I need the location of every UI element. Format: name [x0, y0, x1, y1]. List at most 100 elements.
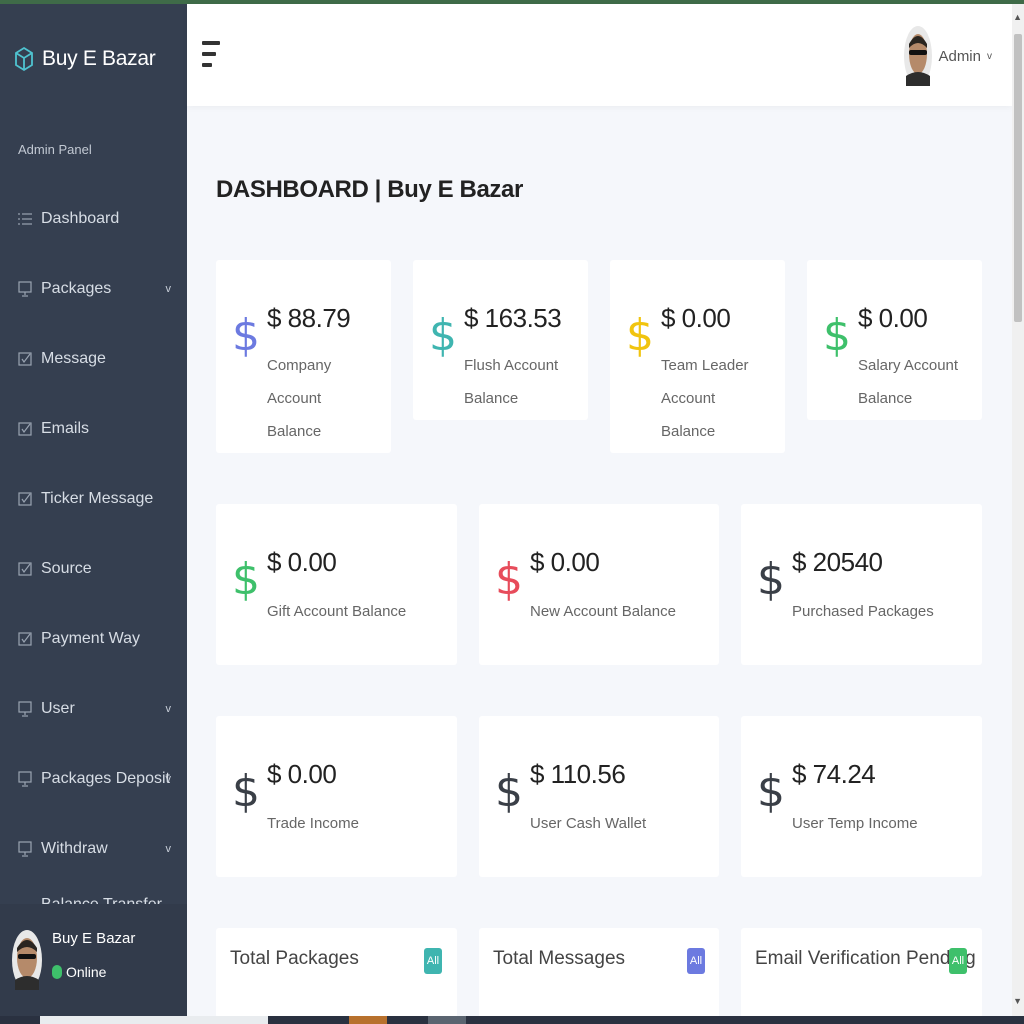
stat-label: Trade Income [267, 815, 359, 832]
chevron-down-icon: v [165, 843, 172, 855]
avatar[interactable] [12, 928, 42, 992]
stat-card-gift-balance: $ $ 0.00 Gift Account Balance [216, 504, 457, 665]
taskbar-item[interactable] [428, 1016, 466, 1024]
dollar-icon: $ [757, 766, 785, 817]
checkbox-icon [17, 561, 33, 577]
sidebar-user-status: Online [52, 964, 106, 980]
summary-card-total-messages: Total Messages All [479, 928, 719, 1018]
stat-label: Company Account Balance [267, 357, 332, 440]
brand[interactable]: Buy E Bazar [14, 42, 156, 76]
stat-card-company-balance: $ $ 88.79 Company Account Balance [216, 260, 391, 453]
stat-amount: $ 20540 [792, 547, 883, 577]
checkbox-icon [17, 421, 33, 437]
dollar-icon: $ [495, 766, 523, 817]
stat-card-trade-income: $ $ 0.00 Trade Income [216, 716, 457, 877]
page-title: DASHBOARD | Buy E Bazar [216, 176, 523, 203]
brand-name: Buy E Bazar [42, 47, 156, 70]
online-status-icon [52, 965, 62, 979]
sidebar-item-packages-deposit[interactable]: Packages Deposit v [0, 744, 187, 814]
list-icon [17, 211, 33, 227]
stat-amount: $ 163.53 [464, 303, 562, 333]
sidebar-item-payment-way[interactable]: Payment Way [0, 604, 187, 674]
sidebar-item-packages[interactable]: Packages v [0, 254, 187, 324]
dollar-icon: $ [626, 310, 654, 361]
sidebar-item-withdraw[interactable]: Withdraw v [0, 814, 187, 884]
checkbox-icon [17, 491, 33, 507]
summary-card-email-verification-pending: Email Verification Pending All [741, 928, 982, 1018]
section-label: Admin Panel [18, 142, 92, 157]
sidebar-item-source[interactable]: Source [0, 534, 187, 604]
menu-toggle-icon[interactable] [202, 41, 222, 71]
stat-amount: $ 0.00 [858, 303, 928, 333]
top-header: Admin v [187, 4, 1012, 106]
scroll-down-arrow-icon[interactable]: ▼ [1013, 996, 1022, 1006]
admin-user-menu[interactable]: Admin v [904, 24, 992, 88]
sidebar-user-name: Buy E Bazar [52, 930, 136, 947]
dollar-icon: $ [429, 310, 457, 361]
dollar-icon: $ [232, 554, 260, 605]
summary-title: Total Packages [230, 948, 359, 969]
dollar-icon: $ [232, 310, 260, 361]
stat-card-salary-balance: $ $ 0.00 Salary Account Balance [807, 260, 982, 420]
stat-card-new-balance: $ $ 0.00 New Account Balance [479, 504, 719, 665]
chevron-down-icon: v [987, 50, 992, 62]
all-badge[interactable]: All [949, 948, 967, 974]
sidebar-item-label: Ticker Message [41, 490, 154, 507]
sidebar-item-label: Emails [41, 420, 90, 437]
sidebar-item-message[interactable]: Message [0, 324, 187, 394]
monitor-icon [17, 281, 33, 297]
sidebar-item-label: Withdraw [41, 840, 108, 857]
monitor-icon [17, 701, 33, 717]
status-text: Online [66, 964, 107, 980]
page-scrollbar[interactable]: ▲ ▼ [1012, 4, 1024, 1016]
stat-amount: $ 0.00 [530, 547, 600, 577]
taskbar-item[interactable] [40, 1016, 268, 1024]
avatar [904, 26, 933, 86]
sidebar-item-label: Message [41, 350, 106, 367]
sidebar-item-ticker-message[interactable]: Ticker Message [0, 464, 187, 534]
sidebar-nav: Dashboard Packages v Message Emails Tick… [0, 184, 187, 914]
scroll-up-arrow-icon[interactable]: ▲ [1013, 12, 1022, 22]
admin-label: Admin [938, 47, 981, 65]
stat-label: Flush Account Balance [464, 357, 559, 407]
checkbox-icon [17, 631, 33, 647]
sidebar-item-user[interactable]: User v [0, 674, 187, 744]
sidebar-item-label: Packages [41, 280, 112, 297]
sidebar-item-label: Packages Deposit [41, 770, 170, 787]
scrollbar-thumb[interactable] [1014, 34, 1022, 322]
chevron-down-icon: v [165, 283, 172, 295]
chevron-down-icon: v [165, 773, 172, 785]
sidebar-item-label: Dashboard [41, 210, 120, 227]
stat-label: New Account Balance [530, 603, 676, 620]
stat-amount: $ 74.24 [792, 759, 876, 789]
cube-logo-icon [15, 46, 33, 72]
dollar-icon: $ [757, 554, 785, 605]
sidebar-item-emails[interactable]: Emails [0, 394, 187, 464]
sidebar: Buy E Bazar Admin Panel Dashboard Packag… [0, 4, 187, 1016]
chevron-down-icon: v [165, 703, 172, 715]
stat-amount: $ 0.00 [267, 547, 337, 577]
taskbar-item[interactable] [349, 1016, 387, 1024]
os-taskbar [0, 1016, 1024, 1024]
stat-amount: $ 0.00 [267, 759, 337, 789]
dollar-icon: $ [823, 310, 851, 361]
summary-card-total-packages: Total Packages All [216, 928, 457, 1018]
stat-label: User Temp Income [792, 815, 918, 832]
checkbox-icon [17, 351, 33, 367]
summary-title: Total Messages [493, 948, 626, 969]
stat-label: Gift Account Balance [267, 603, 407, 620]
dollar-icon: $ [232, 766, 260, 817]
monitor-icon [17, 841, 33, 857]
stat-card-flush-balance: $ $ 163.53 Flush Account Balance [413, 260, 588, 420]
stat-card-purchased-packages: $ $ 20540 Purchased Packages [741, 504, 982, 665]
sidebar-item-label: Payment Way [41, 630, 140, 647]
stat-card-user-temp-income: $ $ 74.24 User Temp Income [741, 716, 982, 877]
monitor-icon [17, 771, 33, 787]
sidebar-item-label: User [41, 700, 75, 717]
dollar-icon: $ [495, 554, 523, 605]
stat-label: User Cash Wallet [530, 815, 647, 832]
sidebar-item-dashboard[interactable]: Dashboard [0, 184, 187, 254]
all-badge[interactable]: All [424, 948, 442, 974]
all-badge[interactable]: All [687, 948, 705, 974]
stat-label: Salary Account Balance [858, 357, 959, 407]
